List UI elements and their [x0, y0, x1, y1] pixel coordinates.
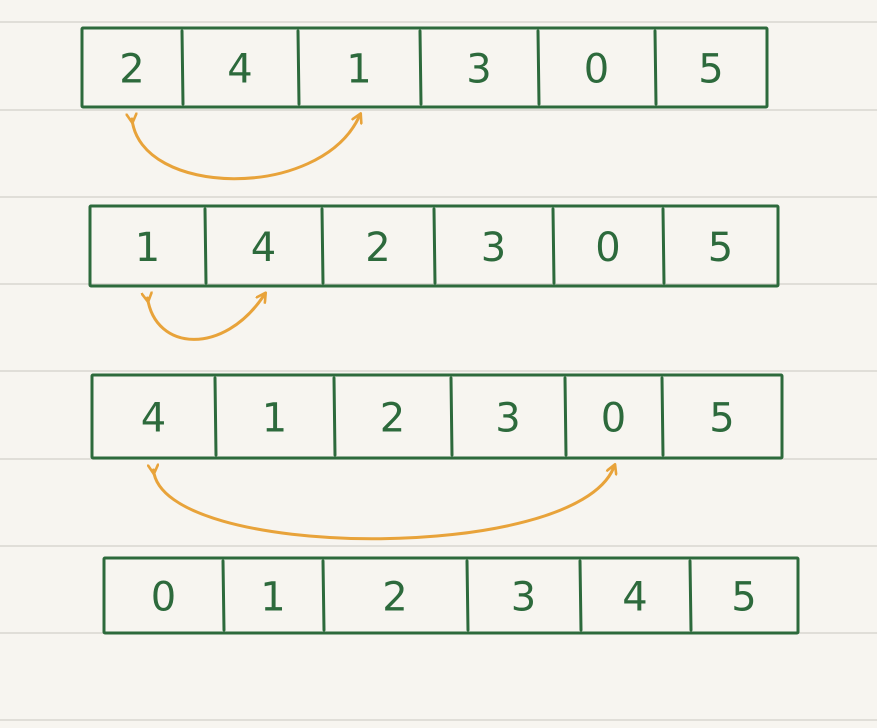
cell-value: 4: [251, 225, 276, 271]
array-box: [102, 556, 800, 635]
cell-value: 4: [622, 575, 647, 621]
swap-arrow-1: [148, 296, 264, 341]
cell-value: 3: [511, 575, 536, 621]
array-row-0: 2 4 1 3 0 5: [80, 26, 769, 109]
cell-divider: [213, 376, 218, 457]
cell-value: 3: [495, 396, 520, 442]
cell-value: 1: [346, 47, 371, 93]
cell-value: 4: [227, 47, 252, 93]
cell-divider: [296, 29, 301, 106]
swap-arrow-0: [132, 117, 359, 181]
cell-divider: [432, 207, 437, 285]
cell-divider: [536, 29, 541, 106]
cell-divider: [221, 559, 226, 632]
array-rows: 2 4 1 3 0 5 1 4 2 3 0 5 4 1 2 3 0 5 0 1 2 3 4 5: [80, 26, 800, 635]
cell-value: 2: [380, 396, 405, 442]
cell-divider: [332, 376, 337, 457]
cell-divider: [180, 29, 185, 106]
cell-value: 5: [698, 47, 723, 93]
cell-divider: [449, 376, 454, 457]
cell-value: 0: [601, 396, 626, 442]
cell-divider: [321, 559, 326, 632]
cell-divider: [653, 29, 658, 106]
cell-divider: [660, 376, 665, 457]
cell-value: 0: [584, 47, 609, 93]
cell-value: 2: [382, 575, 407, 621]
array-row-2: 4 1 2 3 0 5: [90, 373, 784, 460]
array-box: [80, 26, 769, 109]
cell-value: 3: [481, 225, 506, 271]
cell-value: 5: [708, 225, 733, 271]
cell-value: 2: [365, 225, 390, 271]
cell-value: 1: [262, 396, 287, 442]
cell-value: 4: [141, 396, 166, 442]
cell-divider: [203, 207, 208, 285]
cell-divider: [320, 207, 325, 285]
cell-divider: [418, 29, 423, 106]
cell-divider: [661, 207, 666, 285]
cell-value: 5: [731, 575, 756, 621]
array-row-3: 0 1 2 3 4 5: [102, 556, 800, 635]
cell-value: 0: [151, 575, 176, 621]
array-row-1: 1 4 2 3 0 5: [88, 204, 780, 288]
swap-arrow-2: [154, 468, 614, 541]
cell-value: 3: [466, 47, 491, 93]
diagram-canvas: 2 4 1 3 0 5 1 4 2 3 0 5 4 1 2 3 0 5 0 1 2 3 4 5: [0, 21, 877, 721]
array-box: [90, 373, 784, 460]
cell-divider: [551, 207, 556, 285]
cell-value: 1: [135, 225, 160, 271]
cell-value: 5: [709, 396, 734, 442]
cell-divider: [465, 559, 470, 632]
swap-arrows: [132, 117, 614, 541]
cell-value: 1: [260, 575, 285, 621]
cell-divider: [563, 376, 568, 457]
cell-value: 0: [595, 225, 620, 271]
cell-divider: [578, 559, 583, 632]
cell-divider: [688, 559, 693, 632]
cell-value: 2: [119, 47, 144, 93]
